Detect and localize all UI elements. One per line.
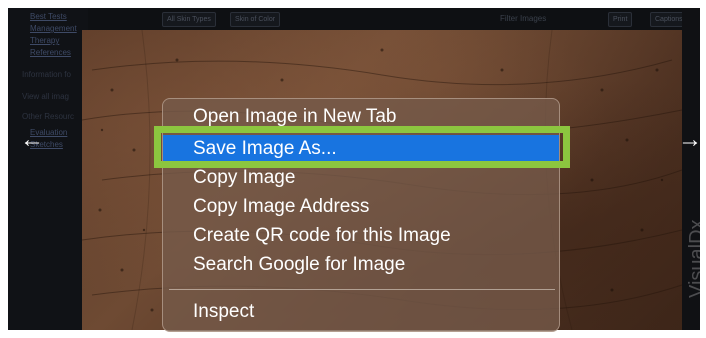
previous-image-arrow-icon[interactable]: ←	[20, 126, 44, 154]
menu-item-search-google-for-image[interactable]: Search Google for Image	[163, 251, 559, 279]
sidebar-information-label: Information fo	[22, 70, 71, 79]
next-image-arrow-icon[interactable]: →	[678, 126, 700, 154]
watermark-label: VisualDx	[686, 219, 700, 298]
menu-separator	[169, 289, 555, 290]
annotation-highlight-outline	[154, 126, 570, 168]
sidebar-link-therapy[interactable]: Therapy	[30, 36, 59, 45]
filter-images-label: Filter Images	[500, 14, 547, 23]
background-sidebar: Best Tests Management Therapy References…	[8, 8, 88, 330]
print-button[interactable]: Print	[608, 12, 633, 27]
menu-item-create-qr-code[interactable]: Create QR code for this Image	[163, 222, 559, 250]
sidebar-other-resources-label: Other Resourc	[22, 112, 75, 121]
menu-item-copy-image-address[interactable]: Copy Image Address	[163, 193, 559, 221]
sidebar-link-references[interactable]: References	[30, 48, 71, 57]
background-toolbar: All Skin Types Skin of Color Filter Imag…	[88, 8, 700, 30]
filter-skin-of-color-button[interactable]: Skin of Color	[230, 12, 281, 27]
sidebar-link-best-tests[interactable]: Best Tests	[30, 12, 67, 21]
menu-item-inspect[interactable]: Inspect	[163, 298, 559, 326]
sidebar-view-all-label[interactable]: View all imag	[22, 92, 69, 101]
filter-all-skin-types-button[interactable]: All Skin Types	[162, 12, 216, 27]
menu-item-copy-image[interactable]: Copy Image	[163, 164, 559, 192]
sidebar-link-management[interactable]: Management	[30, 24, 77, 33]
